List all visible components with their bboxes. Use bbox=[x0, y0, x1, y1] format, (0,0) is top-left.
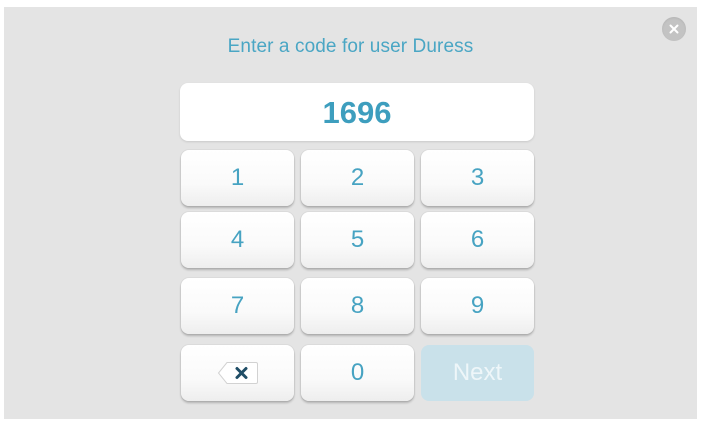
dialog-title: Enter a code for user Duress bbox=[227, 36, 474, 57]
key-6[interactable]: 6 bbox=[421, 212, 534, 268]
key-4[interactable]: 4 bbox=[181, 212, 294, 268]
key-9[interactable]: 9 bbox=[421, 278, 534, 334]
backspace-icon bbox=[217, 362, 258, 384]
key-7[interactable]: 7 bbox=[181, 278, 294, 334]
key-1[interactable]: 1 bbox=[181, 150, 294, 206]
next-button[interactable]: Next bbox=[421, 345, 534, 401]
key-8[interactable]: 8 bbox=[301, 278, 414, 334]
key-3[interactable]: 3 bbox=[421, 150, 534, 206]
key-5[interactable]: 5 bbox=[301, 212, 414, 268]
backspace-button[interactable] bbox=[181, 345, 294, 401]
code-display: 1696 bbox=[180, 83, 534, 141]
key-0[interactable]: 0 bbox=[301, 345, 414, 401]
key-2[interactable]: 2 bbox=[301, 150, 414, 206]
